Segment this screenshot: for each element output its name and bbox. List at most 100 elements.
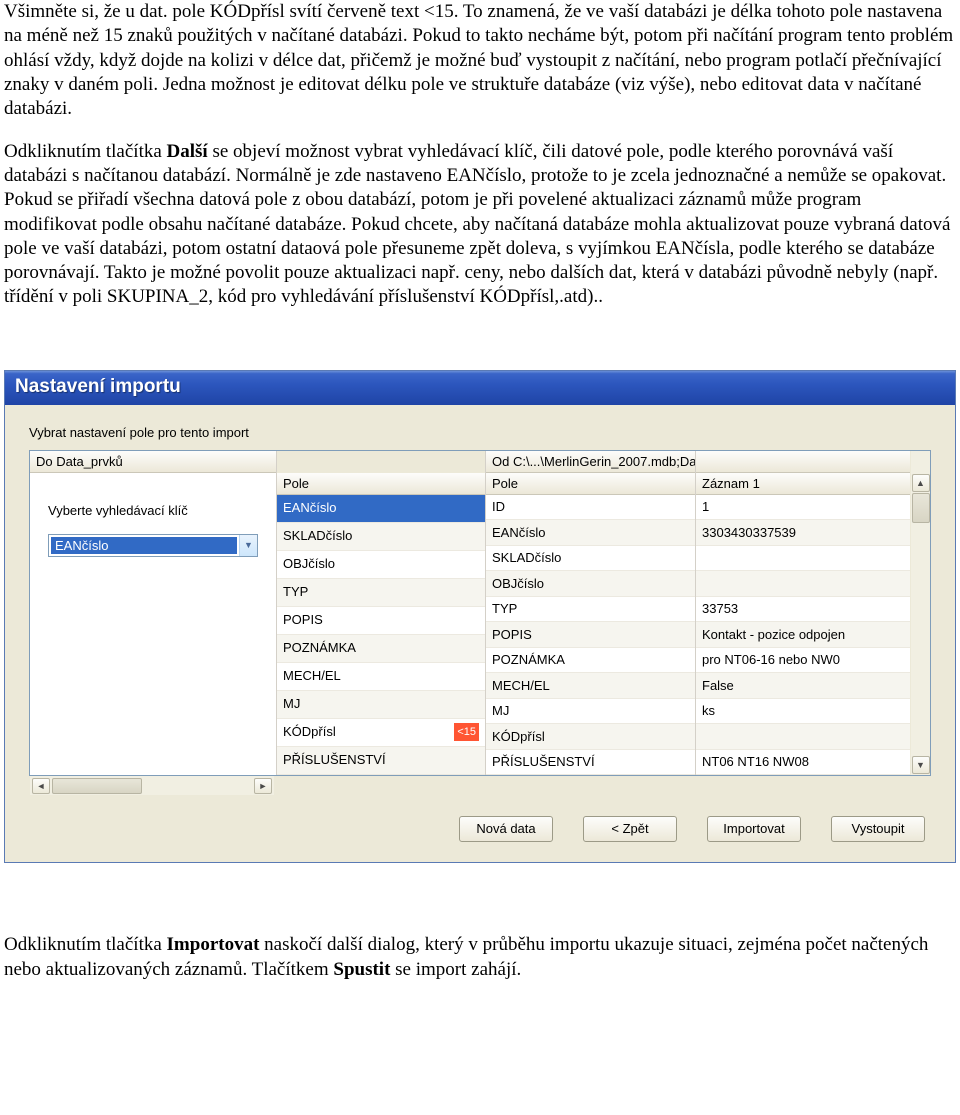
hscroll-thumb[interactable] [52, 778, 142, 794]
table-row[interactable]: 33753 [696, 597, 910, 623]
hscroll-track[interactable] [52, 778, 252, 794]
header-left: Do Data_prvků [30, 451, 276, 473]
scroll-thumb[interactable] [912, 493, 930, 523]
table-row[interactable]: POPIS [486, 622, 695, 648]
table-row[interactable]: MJ [277, 691, 485, 719]
search-key-dropdown[interactable]: EANčíslo ▼ [48, 534, 258, 557]
table-row[interactable]: MECH/EL [277, 663, 485, 691]
doc-paragraph-2: Odkliknutím tlačítka Další se objeví mož… [4, 140, 956, 310]
table-row[interactable]: OBJčíslo [486, 571, 695, 597]
table-row[interactable]: KÓDpřísl <15 [277, 719, 485, 747]
cell-text: OBJčíslo [283, 551, 335, 579]
table-row[interactable]: EANčíslo [486, 520, 695, 546]
table-row[interactable]: False [696, 673, 910, 699]
p2-bold-dalsi: Další [167, 141, 208, 162]
cell-text: 1 [702, 495, 709, 520]
table-row[interactable]: PŘÍSLUŠENSTVÍ [486, 750, 695, 776]
cell-text: KÓDpřísl [283, 719, 336, 747]
cell-text: SKLADčíslo [283, 523, 352, 551]
cell-text: POPIS [283, 607, 323, 635]
scroll-down-icon[interactable]: ▼ [912, 756, 930, 774]
scroll-up-icon[interactable]: ▲ [912, 474, 930, 492]
dropdown-selected: EANčíslo [51, 537, 237, 554]
right-col-1: Od C:\...\MerlinGerin_2007.mdb;Data_prvk… [486, 451, 696, 776]
table-row[interactable]: POPIS [277, 607, 485, 635]
table-row[interactable]: ks [696, 699, 910, 725]
p3-bold-importovat: Importovat [167, 934, 260, 955]
cell-text: NT06 NT16 NW08 [702, 750, 809, 775]
header-pole-mid[interactable]: Pole [277, 473, 485, 495]
importovat-button[interactable]: Importovat [707, 816, 801, 842]
cell-text: 33753 [702, 597, 738, 622]
table-row[interactable]: pro NT06-16 nebo NW0 [696, 648, 910, 674]
dialog-subtitle: Vybrat nastavení pole pro tento import [29, 425, 931, 440]
cell-text: MECH/EL [492, 673, 550, 698]
p3-part-a: Odkliknutím tlačítka [4, 934, 167, 955]
table-row[interactable]: 1 [696, 495, 910, 521]
table-row[interactable]: MJ [486, 699, 695, 725]
cell-text: POPIS [492, 622, 532, 647]
zpet-button[interactable]: < Zpět [583, 816, 677, 842]
cell-text: EANčíslo [283, 495, 336, 523]
cell-text: TYP [492, 597, 517, 622]
p3-bold-spustit: Spustit [333, 959, 390, 980]
table-row[interactable]: OBJčíslo [277, 551, 485, 579]
button-bar: Nová data < Zpět Importovat Vystoupit [29, 796, 931, 846]
dialog-client: Vybrat nastavení pole pro tento import D… [5, 405, 955, 863]
table-row[interactable]: MECH/EL [486, 673, 695, 699]
warn-badge: <15 [454, 723, 479, 741]
cell-text: Kontakt - pozice odpojen [702, 622, 845, 647]
header-zaznam[interactable]: Záznam 1 [696, 473, 910, 495]
table-row[interactable]: POZNÁMKA [486, 648, 695, 674]
table-row[interactable]: ID [486, 495, 695, 521]
table-row[interactable]: TYP [486, 597, 695, 623]
dialog-title: Nastavení importu [5, 371, 955, 405]
table-row[interactable]: SKLADčíslo [277, 523, 485, 551]
mid-column: Pole EANčísloSKLADčísloOBJčísloTYPPOPISP… [276, 451, 486, 776]
cell-text: False [702, 673, 734, 698]
left-column: Do Data_prvků Vyberte vyhledávací klíč E… [30, 451, 276, 776]
header-pole-r1[interactable]: Pole [486, 473, 695, 495]
vertical-scrollbar[interactable]: ▲ ▼ [910, 451, 930, 776]
nova-data-button[interactable]: Nová data [459, 816, 553, 842]
header-right: Od C:\...\MerlinGerin_2007.mdb;Data_prvk… [486, 451, 695, 473]
header-blank-mid [277, 451, 485, 473]
cell-text: MECH/EL [283, 663, 341, 691]
table-row[interactable]: TYP [277, 579, 485, 607]
doc-paragraph-1: Všimněte si, že u dat. pole KÓDpřísl sví… [4, 0, 956, 122]
vystoupit-button[interactable]: Vystoupit [831, 816, 925, 842]
table-row[interactable]: SKLADčíslo [486, 546, 695, 572]
chevron-down-icon[interactable]: ▼ [239, 535, 257, 556]
table-row[interactable]: POZNÁMKA [277, 635, 485, 663]
header-right-cont [696, 451, 910, 473]
cell-text: 3303430337539 [702, 520, 796, 545]
table-row[interactable]: EANčíslo [277, 495, 485, 523]
cell-text: TYP [283, 579, 308, 607]
cell-text: ID [492, 495, 505, 520]
p2-part-c: se objeví možnost vybrat vyhledávací klí… [4, 141, 950, 308]
table-row[interactable]: NT06 NT16 NW08 [696, 750, 910, 776]
cell-text: PŘÍSLUŠENSTVÍ [283, 747, 386, 775]
table-row[interactable] [696, 724, 910, 750]
field-grid: Do Data_prvků Vyberte vyhledávací klíč E… [29, 450, 931, 777]
table-row[interactable] [696, 571, 910, 597]
r2-rows: 13303430337539 33753Kontakt - pozice odpo… [696, 495, 910, 776]
scroll-left-icon[interactable]: ◄ [32, 778, 50, 794]
table-row[interactable]: Kontakt - pozice odpojen [696, 622, 910, 648]
cell-text: EANčíslo [492, 520, 545, 545]
scroll-right-icon[interactable]: ► [254, 778, 272, 794]
cell-text: ks [702, 699, 715, 724]
table-row[interactable]: 3303430337539 [696, 520, 910, 546]
cell-text: POZNÁMKA [283, 635, 356, 663]
cell-text: MJ [492, 699, 509, 724]
horizontal-scrollbar[interactable]: ◄ ► [29, 776, 275, 796]
r1-rows: IDEANčísloSKLADčísloOBJčísloTYPPOPISPOZN… [486, 495, 695, 776]
table-row[interactable]: PŘÍSLUŠENSTVÍ [277, 747, 485, 775]
table-row[interactable]: KÓDpřísl [486, 724, 695, 750]
table-row[interactable] [696, 546, 910, 572]
left-body: Vyberte vyhledávací klíč EANčíslo ▼ [30, 473, 276, 776]
cell-text: OBJčíslo [492, 571, 544, 596]
cell-text: MJ [283, 691, 300, 719]
cell-text: KÓDpřísl [492, 724, 545, 749]
dialog-window: Nastavení importu Vybrat nastavení pole … [4, 370, 956, 864]
